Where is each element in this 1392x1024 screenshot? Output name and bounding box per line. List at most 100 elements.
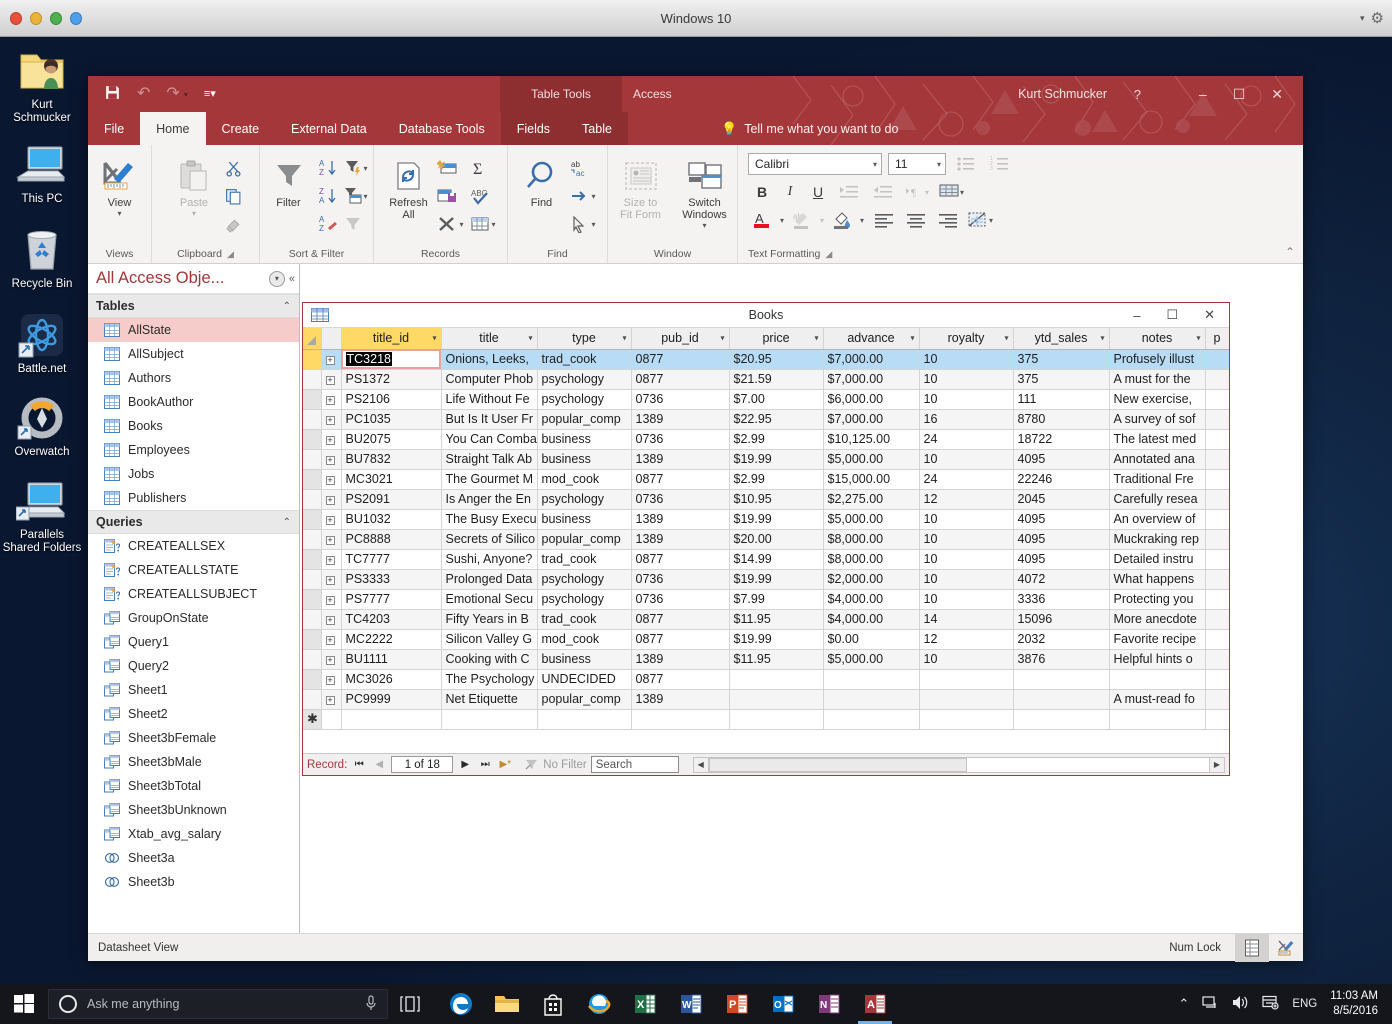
gridlines-button[interactable]: ▾: [934, 179, 968, 205]
cell-p[interactable]: [1205, 509, 1229, 529]
desktop-icon-recycle-bin[interactable]: Recycle Bin: [0, 224, 84, 291]
new-record-cell[interactable]: [919, 709, 1013, 729]
cell-royalty[interactable]: 12: [919, 489, 1013, 509]
account-name[interactable]: Kurt Schmucker: [1018, 76, 1107, 112]
taskbar-app-file-explorer[interactable]: [484, 984, 530, 1024]
nav-item-xtab_avg_salary[interactable]: Xtab_avg_salary: [88, 822, 299, 846]
refresh-all-button[interactable]: Refresh All: [382, 151, 434, 221]
cell-ytd_sales[interactable]: 3336: [1013, 589, 1109, 609]
cell-pub_id[interactable]: 0736: [631, 569, 729, 589]
chevron-up-icon[interactable]: ⌃: [283, 301, 291, 312]
cell-type[interactable]: business: [537, 509, 631, 529]
text-highlight-button[interactable]: ab: [788, 207, 816, 233]
gear-icon[interactable]: ⚙: [1371, 9, 1384, 27]
row-selector[interactable]: [303, 389, 321, 409]
cell-type[interactable]: UNDECIDED: [537, 669, 631, 689]
row-selector[interactable]: [303, 429, 321, 449]
cell-advance[interactable]: $4,000.00: [823, 589, 919, 609]
taskbar-app-outlook[interactable]: O: [760, 984, 806, 1024]
horizontal-scrollbar[interactable]: ◀ ▶: [693, 757, 1225, 773]
nav-item-authors[interactable]: Authors: [88, 366, 299, 390]
cell-p[interactable]: [1205, 469, 1229, 489]
font-color-button[interactable]: A: [748, 207, 776, 233]
cell-price[interactable]: $14.99: [729, 549, 823, 569]
cell-ytd_sales[interactable]: 15096: [1013, 609, 1109, 629]
nav-item-sheet3btotal[interactable]: Sheet3bTotal: [88, 774, 299, 798]
cell-type[interactable]: mod_cook: [537, 629, 631, 649]
cell-title_id[interactable]: MC2222: [341, 629, 441, 649]
scrollbar-thumb[interactable]: [709, 758, 967, 772]
table-row[interactable]: +MC3026The PsychologyUNDECIDED0877: [303, 669, 1229, 689]
row-selector[interactable]: [303, 549, 321, 569]
filter-status[interactable]: No Filter: [525, 758, 586, 771]
cell-pub_id[interactable]: 1389: [631, 529, 729, 549]
table-row[interactable]: +TC7777Sushi, Anyone?trad_cook0877$14.99…: [303, 549, 1229, 569]
find-button[interactable]: Find: [516, 151, 566, 209]
cell-pub_id[interactable]: 0877: [631, 669, 729, 689]
font-size-combo[interactable]: 11 ▾: [888, 153, 946, 175]
nav-item-createallsex[interactable]: CREATEALLSEX: [88, 534, 299, 558]
close-button[interactable]: ✕: [1271, 87, 1283, 101]
cell-ytd_sales[interactable]: 4072: [1013, 569, 1109, 589]
tab-external-data[interactable]: External Data: [275, 112, 383, 145]
row-selector[interactable]: [303, 409, 321, 429]
cell-ytd_sales[interactable]: 3876: [1013, 649, 1109, 669]
chevron-down-icon[interactable]: ▾: [873, 160, 877, 169]
row-selector[interactable]: [303, 489, 321, 509]
cell-title[interactable]: The Busy Execu: [441, 509, 537, 529]
cell-advance[interactable]: $7,000.00: [823, 409, 919, 429]
cell-pub_id[interactable]: 0736: [631, 389, 729, 409]
search-input[interactable]: Ask me anything: [48, 989, 388, 1019]
cell-title_id[interactable]: MC3021: [341, 469, 441, 489]
cell-title_id[interactable]: PC1035: [341, 409, 441, 429]
cell-price[interactable]: $19.99: [729, 569, 823, 589]
shutter-bar-dropdown-icon[interactable]: ▾: [269, 271, 285, 287]
next-record-button[interactable]: ▶: [457, 759, 473, 770]
cell-price[interactable]: [729, 689, 823, 709]
cell-p[interactable]: [1205, 389, 1229, 409]
cell-pub_id[interactable]: 1389: [631, 649, 729, 669]
chevron-down-icon[interactable]: ▾: [937, 160, 941, 169]
more-records-button[interactable]: ▾: [467, 211, 499, 237]
taskbar-app-edge[interactable]: [438, 984, 484, 1024]
chevron-down-icon[interactable]: ▾: [492, 220, 496, 229]
tab-create[interactable]: Create: [206, 112, 276, 145]
table-row[interactable]: +PS2091Is Anger the Enpsychology0736$10.…: [303, 489, 1229, 509]
align-left-button[interactable]: [868, 207, 900, 233]
nav-item-publishers[interactable]: Publishers: [88, 486, 299, 510]
sort-descending-button[interactable]: Z A: [315, 183, 341, 209]
cell-type[interactable]: business: [537, 649, 631, 669]
cell-notes[interactable]: [1109, 669, 1205, 689]
cell-advance[interactable]: $2,275.00: [823, 489, 919, 509]
cell-advance[interactable]: $5,000.00: [823, 509, 919, 529]
cell-notes[interactable]: Favorite recipe: [1109, 629, 1205, 649]
expand-subdatasheet-button[interactable]: +: [321, 529, 341, 549]
cell-title[interactable]: Emotional Secu: [441, 589, 537, 609]
nav-group-tables[interactable]: Tables⌃: [88, 294, 299, 318]
cell-advance[interactable]: $7,000.00: [823, 369, 919, 389]
expand-subdatasheet-button[interactable]: +: [321, 649, 341, 669]
cell-ytd_sales[interactable]: 375: [1013, 369, 1109, 389]
cell-notes[interactable]: Profusely illust: [1109, 349, 1205, 369]
cell-pub_id[interactable]: 0877: [631, 469, 729, 489]
font-color-dropdown[interactable]: ▾: [776, 207, 788, 233]
cell-price[interactable]: $19.99: [729, 449, 823, 469]
expand-subdatasheet-button[interactable]: +: [321, 589, 341, 609]
cell-royalty[interactable]: 24: [919, 429, 1013, 449]
nav-item-employees[interactable]: Employees: [88, 438, 299, 462]
cell-royalty[interactable]: [919, 669, 1013, 689]
cell-royalty[interactable]: 10: [919, 529, 1013, 549]
cell-advance[interactable]: $8,000.00: [823, 549, 919, 569]
expand-subdatasheet-button[interactable]: +: [321, 549, 341, 569]
cell-pub_id[interactable]: 1389: [631, 509, 729, 529]
cell-title[interactable]: Straight Talk Ab: [441, 449, 537, 469]
ribbon-tab-strip[interactable]: File Home Create External Data Database …: [88, 112, 628, 145]
desktop-icon-parallels-shared-folders[interactable]: Parallels Shared Folders: [0, 475, 84, 555]
cell-type[interactable]: popular_comp: [537, 529, 631, 549]
desktop-icon-battle-net[interactable]: Battle.net: [0, 309, 84, 376]
desktop-icon-kurt-schmucker-folder[interactable]: Kurt Schmucker: [0, 45, 84, 125]
cell-title[interactable]: Net Etiquette: [441, 689, 537, 709]
cell-ytd_sales[interactable]: 4095: [1013, 529, 1109, 549]
nav-item-grouponstate[interactable]: GroupOnState: [88, 606, 299, 630]
column-header-notes[interactable]: notes▾: [1109, 328, 1205, 349]
